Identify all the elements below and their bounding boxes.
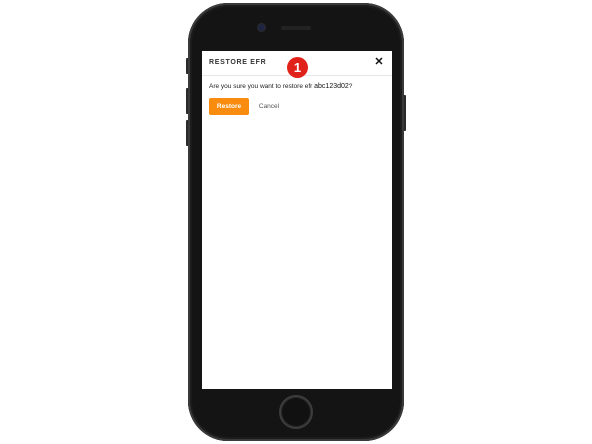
front-camera-icon	[258, 24, 265, 31]
step-number-badge: 1	[287, 57, 308, 78]
stage: RESTORE EFR ✕ 1 Are you sure you want to…	[0, 0, 592, 444]
dialog-title: RESTORE EFR	[209, 59, 267, 66]
cancel-button[interactable]: Cancel	[255, 98, 283, 115]
phone-screen: RESTORE EFR ✕ 1 Are you sure you want to…	[202, 51, 392, 389]
dialog-message: Are you sure you want to restore efr abc…	[209, 83, 352, 90]
home-button[interactable]	[281, 397, 311, 427]
close-icon[interactable]: ✕	[373, 56, 385, 68]
restore-button[interactable]: Restore	[209, 98, 249, 115]
earpiece-speaker	[281, 26, 311, 30]
message-text: Are you sure you want to restore efr	[209, 83, 315, 90]
message-suffix: ?	[348, 83, 353, 90]
efr-id: abc123d02	[314, 83, 349, 90]
